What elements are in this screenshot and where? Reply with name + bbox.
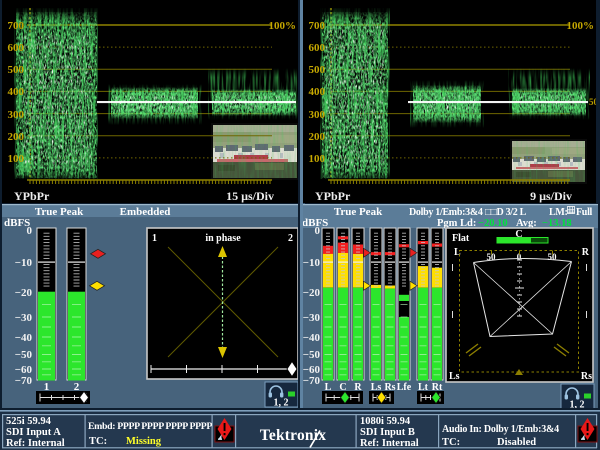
- svg-text:SDI Input A: SDI Input A: [6, 427, 61, 438]
- svg-text:1080i 59.94: 1080i 59.94: [360, 416, 411, 427]
- svg-text:−40: −40: [303, 332, 320, 344]
- svg-text:YPbPr: YPbPr: [315, 189, 351, 203]
- svg-text:True Peak: True Peak: [334, 206, 383, 218]
- svg-text:in phase: in phase: [205, 233, 241, 244]
- svg-text:−30: −30: [15, 312, 33, 324]
- svg-text:500: 500: [8, 64, 25, 76]
- svg-text:TC:: TC:: [89, 436, 107, 447]
- svg-text:−10: −10: [15, 257, 33, 269]
- svg-text:200: 200: [8, 131, 25, 143]
- svg-text:True Peak: True Peak: [35, 206, 84, 218]
- svg-text:−20: −20: [303, 287, 320, 299]
- svg-text:0: 0: [315, 225, 321, 237]
- svg-text:−40: −40: [15, 332, 33, 344]
- svg-text:SDI Input B: SDI Input B: [360, 427, 415, 438]
- svg-text:Embedded: Embedded: [120, 206, 171, 218]
- svg-text:2: 2: [288, 233, 293, 244]
- svg-text:□□D 3/2 L: □□D 3/2 L: [485, 207, 527, 218]
- svg-text:Disabled: Disabled: [497, 437, 536, 448]
- svg-text:0: 0: [27, 225, 33, 237]
- svg-text:400: 400: [309, 86, 326, 98]
- svg-text:100: 100: [309, 153, 326, 165]
- svg-text:500: 500: [309, 64, 326, 76]
- svg-text:Audio In: Dolby 1/Emb:3&4: Audio In: Dolby 1/Emb:3&4: [442, 424, 559, 435]
- svg-text:Full: Full: [576, 207, 593, 218]
- svg-text:−50: −50: [15, 349, 33, 361]
- svg-text:600: 600: [8, 42, 25, 54]
- svg-text:Ref: Internal: Ref: Internal: [360, 438, 419, 449]
- svg-text:300: 300: [8, 109, 25, 121]
- svg-text:Embd: PPPP PPPP PPPP PPPP: Embd: PPPP PPPP PPPP PPPP: [88, 421, 212, 432]
- svg-text:50%: 50%: [589, 97, 596, 107]
- svg-text:Missing: Missing: [126, 436, 162, 447]
- svg-text:−10: −10: [303, 257, 320, 269]
- svg-text:1, 2: 1, 2: [570, 400, 585, 409]
- svg-text:YPbPr: YPbPr: [14, 189, 50, 203]
- svg-text:−70: −70: [303, 375, 320, 387]
- svg-text:1, 2: 1, 2: [274, 398, 289, 409]
- svg-text:Rs: Rs: [581, 371, 592, 382]
- svg-text:15 µs/Div: 15 µs/Div: [226, 189, 274, 203]
- svg-text:Flat: Flat: [452, 233, 470, 244]
- svg-text:100: 100: [8, 153, 25, 165]
- svg-text:300: 300: [309, 109, 326, 121]
- svg-text:TC:: TC:: [442, 437, 460, 448]
- svg-text:Lfe: Lfe: [397, 382, 412, 393]
- svg-text:600: 600: [309, 42, 326, 54]
- svg-text:−20: −20: [15, 287, 33, 299]
- svg-text:200: 200: [309, 131, 326, 143]
- svg-text:−70: −70: [15, 375, 33, 387]
- svg-text:100%: 100%: [269, 20, 297, 32]
- svg-text:Dolby 1/Emb:3&4: Dolby 1/Emb:3&4: [409, 207, 483, 218]
- svg-text:525i 59.94: 525i 59.94: [6, 416, 52, 427]
- svg-text:9 µs/Div: 9 µs/Div: [530, 189, 572, 203]
- svg-text:400: 400: [8, 86, 25, 98]
- svg-text:1: 1: [152, 233, 157, 244]
- svg-text:−50: −50: [303, 349, 320, 361]
- svg-text:R: R: [582, 247, 590, 258]
- svg-text:700: 700: [309, 20, 326, 32]
- svg-text:100%: 100%: [567, 20, 595, 32]
- svg-text:700: 700: [8, 20, 25, 32]
- svg-text:Ls: Ls: [449, 371, 460, 382]
- svg-text:−30: −30: [303, 312, 320, 324]
- svg-text:LM:: LM:: [549, 207, 568, 218]
- svg-text:Ref: Internal: Ref: Internal: [6, 438, 65, 449]
